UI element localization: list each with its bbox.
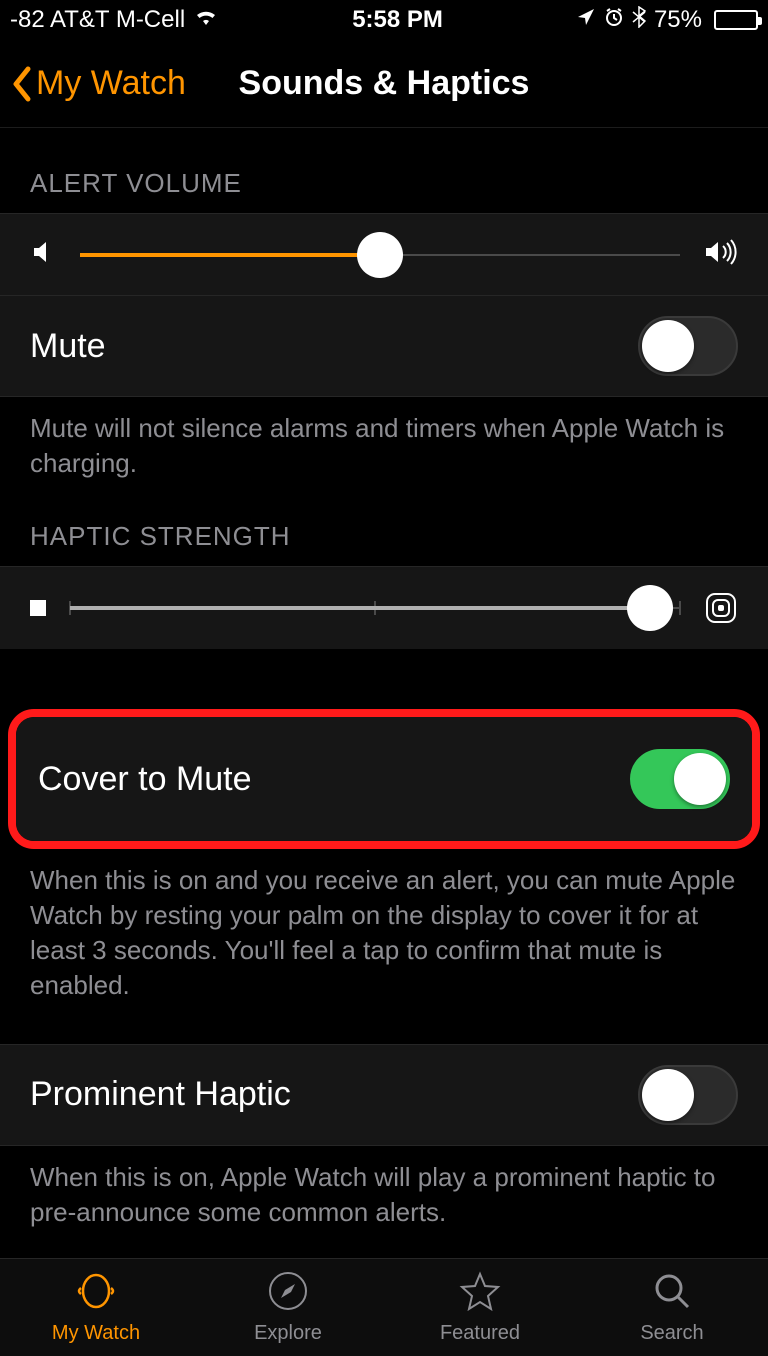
haptic-strength-slider[interactable] — [70, 606, 680, 610]
signal-text: -82 AT&T M-Cell — [10, 6, 185, 34]
alert-volume-slider-row — [0, 213, 768, 295]
bluetooth-icon — [632, 6, 646, 35]
status-bar: -82 AT&T M-Cell 5:58 PM 75% — [0, 0, 768, 40]
mute-toggle[interactable] — [638, 316, 738, 376]
haptic-low-icon — [30, 600, 46, 616]
battery-icon — [714, 10, 758, 30]
star-icon — [459, 1270, 501, 1318]
volume-high-icon — [704, 238, 738, 271]
back-label: My Watch — [36, 64, 186, 103]
tab-featured[interactable]: Featured — [384, 1259, 576, 1356]
tab-bar: My Watch Explore Featured Search — [0, 1258, 768, 1356]
mute-footer: Mute will not silence alarms and timers … — [0, 397, 768, 481]
chevron-left-icon — [10, 65, 32, 103]
prominent-haptic-label: Prominent Haptic — [30, 1075, 291, 1114]
haptic-high-icon — [704, 591, 738, 625]
status-time: 5:58 PM — [352, 6, 443, 34]
tab-search[interactable]: Search — [576, 1259, 768, 1356]
prominent-haptic-toggle[interactable] — [638, 1065, 738, 1125]
status-right: 75% — [576, 6, 758, 35]
mute-row: Mute — [0, 295, 768, 397]
tab-label: My Watch — [52, 1322, 140, 1345]
nav-header: My Watch Sounds & Haptics — [0, 40, 768, 128]
cover-to-mute-label: Cover to Mute — [38, 760, 252, 799]
tab-my-watch[interactable]: My Watch — [0, 1259, 192, 1356]
alert-volume-header: ALERT VOLUME — [0, 128, 768, 213]
cover-to-mute-footer: When this is on and you receive an alert… — [0, 849, 768, 1003]
haptic-strength-slider-row — [0, 566, 768, 649]
wifi-icon — [193, 6, 219, 34]
tab-label: Featured — [440, 1322, 520, 1345]
search-icon — [651, 1270, 693, 1318]
alarm-icon — [604, 6, 624, 34]
watch-icon — [75, 1270, 117, 1318]
cover-to-mute-row: Cover to Mute — [16, 717, 752, 841]
cover-to-mute-toggle[interactable] — [630, 749, 730, 809]
tab-label: Explore — [254, 1322, 322, 1345]
location-icon — [576, 6, 596, 34]
compass-icon — [267, 1270, 309, 1318]
back-button[interactable]: My Watch — [0, 64, 186, 103]
haptic-strength-header: HAPTIC STRENGTH — [0, 481, 768, 566]
cover-to-mute-highlight: Cover to Mute — [8, 709, 760, 849]
status-left: -82 AT&T M-Cell — [10, 6, 219, 34]
prominent-haptic-row: Prominent Haptic — [0, 1044, 768, 1146]
alert-volume-slider[interactable] — [80, 253, 680, 257]
tab-label: Search — [640, 1322, 703, 1345]
mute-label: Mute — [30, 327, 106, 366]
prominent-haptic-footer: When this is on, Apple Watch will play a… — [0, 1146, 768, 1230]
volume-low-icon — [30, 239, 56, 270]
battery-percent: 75% — [654, 6, 702, 34]
tab-explore[interactable]: Explore — [192, 1259, 384, 1356]
